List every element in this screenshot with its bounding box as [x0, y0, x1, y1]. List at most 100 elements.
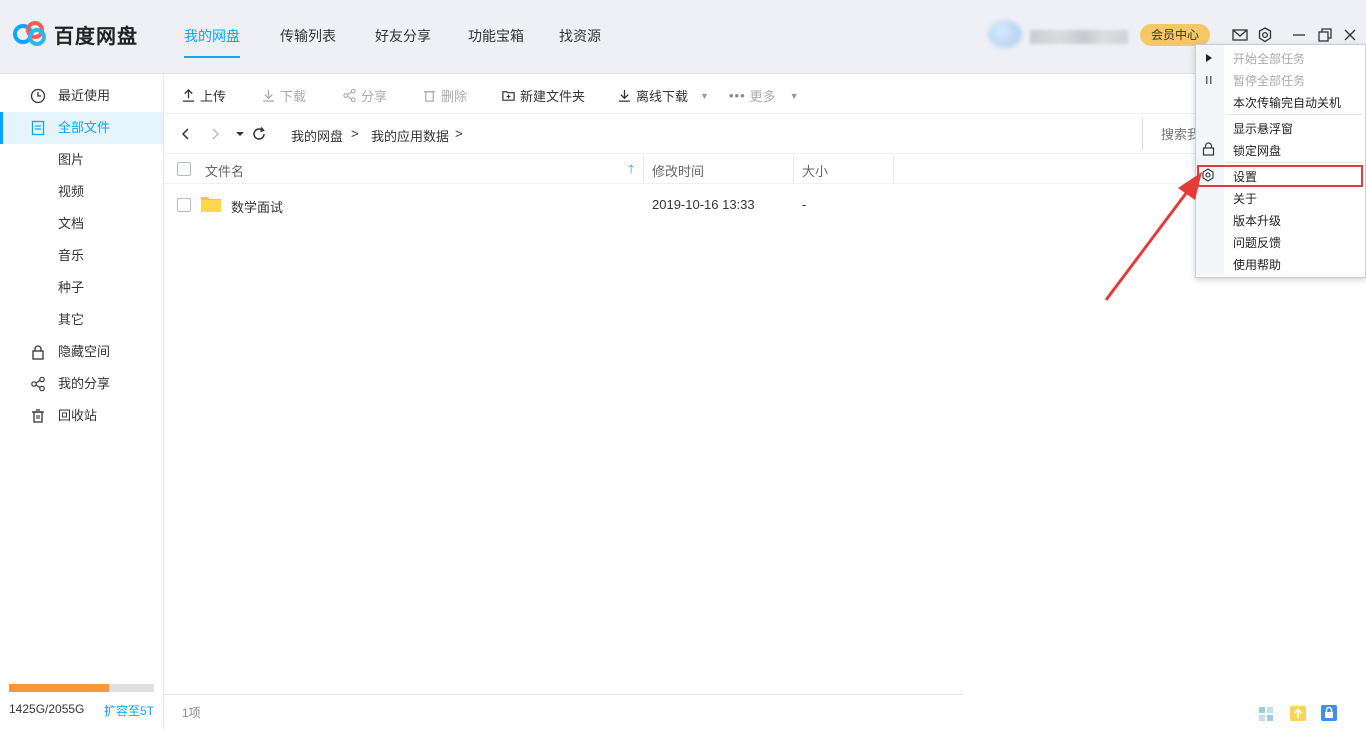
delete-button[interactable]: 删除: [422, 86, 467, 105]
more-label: 更多: [749, 89, 776, 104]
refresh-icon[interactable]: [251, 126, 267, 142]
upload-button[interactable]: 上传: [181, 86, 226, 105]
widget-icon[interactable]: [1257, 704, 1275, 722]
tab-find-resource[interactable]: 找资源: [559, 26, 601, 46]
dropdown-arrow-icon: ▼: [700, 90, 709, 101]
sidebar-item-my-shares[interactable]: 我的分享: [0, 368, 163, 400]
clock-icon: [30, 88, 46, 104]
divider: [164, 153, 1366, 154]
sidebar-item-other[interactable]: 其它: [0, 304, 163, 336]
sidebar-item-recycle-bin[interactable]: 回收站: [0, 400, 163, 432]
sidebar-item-hidden-space[interactable]: 隐藏空间: [0, 336, 163, 368]
item-count: 1项: [182, 706, 201, 720]
sidebar-item-label: 音乐: [58, 248, 85, 263]
back-icon[interactable]: [178, 126, 194, 142]
share-button[interactable]: 分享: [342, 86, 387, 105]
menu-version-upgrade[interactable]: 版本升级: [1233, 212, 1281, 229]
column-divider: [643, 155, 644, 183]
mail-icon[interactable]: [1231, 26, 1249, 44]
new-folder-label: 新建文件夹: [520, 89, 586, 104]
new-folder-button[interactable]: 新建文件夹: [501, 86, 585, 105]
column-header-name[interactable]: 文件名: [205, 161, 244, 180]
sidebar-item-recent[interactable]: 最近使用: [0, 80, 163, 112]
sort-ascending-icon[interactable]: 🡑: [628, 160, 634, 181]
storage-quota-text: 1425G/2055G: [9, 702, 85, 716]
folder-icon: [201, 197, 221, 212]
offline-download-button[interactable]: 离线下载 ▼: [617, 86, 709, 105]
lock-icon: [1202, 142, 1215, 156]
breadcrumb-separator: >: [351, 126, 359, 141]
sidebar-item-torrents[interactable]: 种子: [0, 272, 163, 304]
history-dropdown-icon[interactable]: [232, 126, 248, 142]
minimize-icon[interactable]: [1290, 26, 1308, 44]
trash-icon: [32, 409, 44, 423]
sidebar-item-label: 图片: [58, 152, 85, 167]
menu-show-float-window[interactable]: 显示悬浮窗: [1233, 120, 1293, 137]
dropdown-arrow-icon: ▼: [789, 90, 799, 101]
menu-auto-shutdown[interactable]: 本次传输完自动关机: [1233, 94, 1341, 111]
upload-notice-icon[interactable]: [1289, 704, 1307, 722]
share-icon: [343, 88, 356, 103]
more-button[interactable]: ••• 更多 ▼: [729, 86, 799, 105]
breadcrumb-separator: >: [455, 126, 463, 141]
menu-about[interactable]: 关于: [1233, 190, 1257, 207]
sidebar-active-indicator: [0, 112, 3, 144]
sidebar-item-label: 隐藏空间: [58, 344, 111, 359]
file-name[interactable]: 数学面试: [231, 197, 283, 216]
username-redacted: [1030, 30, 1128, 44]
sidebar-item-all-files[interactable]: 全部文件: [0, 112, 163, 144]
menu-pause-all[interactable]: 暂停全部任务: [1233, 72, 1305, 89]
menu-separator: [1226, 162, 1362, 163]
avatar[interactable]: [988, 20, 1022, 48]
menu-lock-disk[interactable]: 锁定网盘: [1233, 142, 1281, 159]
column-header-modified[interactable]: 修改时间: [652, 161, 704, 180]
active-tab-indicator: [184, 56, 240, 58]
tab-my-disk[interactable]: 我的网盘: [184, 26, 240, 46]
select-all-checkbox[interactable]: [177, 162, 191, 176]
download-icon: [262, 89, 275, 102]
tab-transfer-list[interactable]: 传输列表: [280, 26, 336, 46]
sidebar-item-documents[interactable]: 文档: [0, 208, 163, 240]
baidu-cloud-logo-icon: [13, 21, 46, 46]
lock-icon[interactable]: [1320, 704, 1338, 722]
tab-friend-share[interactable]: 好友分享: [375, 26, 431, 46]
app-title: 百度网盘: [54, 26, 138, 48]
sidebar-item-label: 种子: [58, 280, 85, 295]
breadcrumb-my-disk[interactable]: 我的网盘: [291, 126, 343, 145]
upload-label: 上传: [200, 89, 227, 104]
sidebar-item-music[interactable]: 音乐: [0, 240, 163, 272]
sidebar-item-label: 全部文件: [58, 120, 111, 135]
column-header-size[interactable]: 大小: [802, 161, 828, 180]
annotation-arrow-icon: [1104, 172, 1202, 301]
pause-icon: [1206, 76, 1212, 84]
sidebar-item-label: 视频: [58, 184, 85, 199]
file-size: -: [802, 197, 807, 212]
sidebar-item-videos[interactable]: 视频: [0, 176, 163, 208]
share-icon: [31, 376, 45, 392]
menu-feedback[interactable]: 问题反馈: [1233, 234, 1281, 251]
divider: [164, 694, 964, 695]
gear-icon[interactable]: [1256, 26, 1274, 44]
download-button[interactable]: 下载: [261, 86, 306, 105]
settings-highlight-box: [1197, 165, 1363, 187]
sidebar-item-label: 文档: [58, 216, 85, 231]
restore-icon[interactable]: [1316, 26, 1334, 44]
forward-icon[interactable]: [207, 126, 223, 142]
expand-storage-link[interactable]: 扩容至5T: [104, 702, 154, 719]
column-divider: [793, 155, 794, 183]
sidebar-item-label: 回收站: [58, 408, 98, 423]
menu-help[interactable]: 使用帮助: [1233, 256, 1281, 273]
delete-label: 删除: [441, 89, 468, 104]
vip-center-button[interactable]: 会员中心: [1140, 24, 1210, 46]
row-checkbox[interactable]: [177, 198, 191, 212]
close-icon[interactable]: [1341, 26, 1359, 44]
column-divider: [893, 155, 894, 183]
upload-icon: [182, 88, 195, 102]
sidebar-item-label: 其它: [58, 312, 85, 327]
sidebar-item-label: 我的分享: [58, 376, 111, 391]
breadcrumb-app-data[interactable]: 我的应用数据: [371, 126, 449, 145]
menu-start-all[interactable]: 开始全部任务: [1233, 50, 1305, 67]
tab-toolbox[interactable]: 功能宝箱: [468, 26, 524, 46]
sidebar-item-images[interactable]: 图片: [0, 144, 163, 176]
new-folder-icon: [502, 91, 515, 101]
